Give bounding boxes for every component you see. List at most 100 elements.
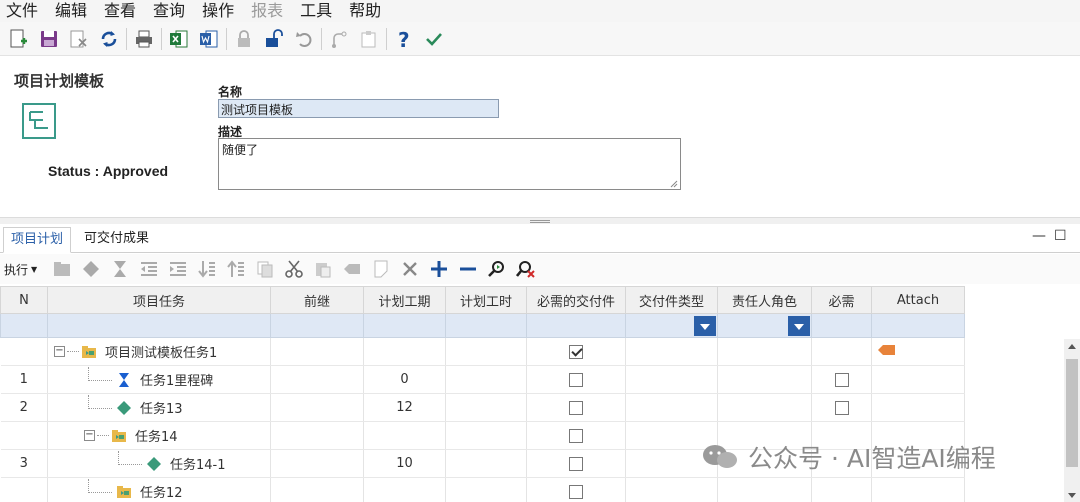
filter-cell[interactable] <box>47 313 271 338</box>
task-tree-node[interactable]: 任务14-1 <box>48 450 270 477</box>
filter-cell[interactable] <box>0 313 48 338</box>
task-cell[interactable]: 任务13 <box>47 393 271 422</box>
filter-cell[interactable] <box>363 313 446 338</box>
folder-icon[interactable] <box>47 256 76 282</box>
role-cell[interactable] <box>717 337 812 366</box>
required-deliverable-checkbox[interactable] <box>569 484 583 499</box>
filter-cell[interactable] <box>445 313 527 338</box>
collapse-toggle-icon[interactable]: − <box>84 430 95 441</box>
branch-icon[interactable] <box>324 25 354 53</box>
vertical-scrollbar[interactable] <box>1064 339 1080 502</box>
predecessor-cell[interactable] <box>270 449 364 478</box>
attach-cell[interactable] <box>871 337 965 366</box>
task-tree-node[interactable]: − 项目测试模板任务1 <box>48 338 270 365</box>
duration-cell[interactable]: 0 <box>363 365 446 394</box>
menu-item-5[interactable]: 报表 <box>251 0 283 22</box>
zoom-in-icon[interactable] <box>482 256 511 282</box>
required-deliverable-checkbox[interactable] <box>569 428 583 443</box>
table-row[interactable]: − 项目测试模板任务1 <box>0 337 1065 366</box>
menu-item-0[interactable]: 文件 <box>6 0 38 22</box>
role-cell[interactable] <box>717 393 812 422</box>
deliverable-type-cell[interactable] <box>625 337 718 366</box>
delete-icon[interactable] <box>64 25 94 53</box>
task-cell[interactable]: − 任务14 <box>47 421 271 450</box>
attach-cell[interactable] <box>871 393 965 422</box>
scroll-up-icon[interactable] <box>1068 344 1076 349</box>
task-cell[interactable]: 任务12 <box>47 477 271 502</box>
copy-icon[interactable] <box>250 256 279 282</box>
column-header-required[interactable]: 必需 <box>811 286 872 314</box>
column-header-role[interactable]: 责任人角色 <box>717 286 812 314</box>
task-cell[interactable]: 任务14-1 <box>47 449 271 478</box>
required-deliverable-checkbox[interactable] <box>569 372 583 387</box>
resize-grip-icon[interactable] <box>670 180 678 188</box>
table-row[interactable]: 1 任务1里程碑 0 <box>0 365 1065 394</box>
description-field[interactable]: 随便了 <box>218 138 681 190</box>
role-cell[interactable] <box>717 365 812 394</box>
column-header-duration[interactable]: 计划工期 <box>363 286 446 314</box>
required-deliverable-checkbox[interactable] <box>569 400 583 415</box>
scroll-thumb[interactable] <box>1066 359 1078 467</box>
new-icon[interactable] <box>4 25 34 53</box>
word-icon[interactable] <box>194 25 224 53</box>
deliverable-type-dropdown[interactable] <box>694 315 716 336</box>
outdent-icon[interactable] <box>134 256 163 282</box>
predecessor-cell[interactable] <box>270 365 364 394</box>
execute-menu[interactable]: 执行 ▼ <box>4 261 37 278</box>
role-dropdown[interactable] <box>788 315 810 336</box>
attach-cell[interactable] <box>871 365 965 394</box>
excel-icon[interactable] <box>164 25 194 53</box>
column-header-required-deliverable[interactable]: 必需的交付件 <box>526 286 626 314</box>
print-icon[interactable] <box>129 25 159 53</box>
work-cell[interactable] <box>445 365 527 394</box>
remove-icon[interactable] <box>395 256 424 282</box>
menu-item-7[interactable]: 帮助 <box>349 0 381 22</box>
duration-cell[interactable] <box>363 477 446 502</box>
task-cell[interactable]: − 项目测试模板任务1 <box>47 337 271 366</box>
undo-icon[interactable] <box>289 25 319 53</box>
work-cell[interactable] <box>445 477 527 502</box>
menu-item-3[interactable]: 查询 <box>153 0 185 22</box>
deliverable-type-cell[interactable] <box>625 365 718 394</box>
maximize-icon[interactable]: ☐ <box>1054 228 1067 244</box>
menu-item-4[interactable]: 操作 <box>202 0 234 22</box>
note-icon[interactable] <box>366 256 395 282</box>
panel-splitter[interactable] <box>0 217 1080 224</box>
unlock-icon[interactable] <box>259 25 289 53</box>
filter-cell[interactable] <box>811 313 872 338</box>
task-tree-node[interactable]: 任务13 <box>48 394 270 421</box>
task-cell[interactable]: 任务1里程碑 <box>47 365 271 394</box>
table-row[interactable]: 2 任务13 12 <box>0 393 1065 422</box>
add-icon[interactable] <box>424 256 453 282</box>
work-cell[interactable] <box>445 393 527 422</box>
work-cell[interactable] <box>445 421 527 450</box>
required-checkbox[interactable] <box>834 372 849 387</box>
predecessor-cell[interactable] <box>270 421 364 450</box>
deliverable-type-cell[interactable] <box>625 393 718 422</box>
column-header-n[interactable]: N <box>0 286 48 314</box>
tab-deliverables[interactable]: 可交付成果 <box>77 227 156 253</box>
scroll-down-icon[interactable] <box>1068 493 1076 498</box>
predecessor-cell[interactable] <box>270 477 364 502</box>
deliverable-type-cell[interactable] <box>625 477 718 502</box>
column-header-attach[interactable]: Attach <box>871 286 965 314</box>
duration-cell[interactable]: 10 <box>363 449 446 478</box>
collapse-toggle-icon[interactable]: − <box>54 346 65 357</box>
task-tree-node[interactable]: − 任务14 <box>48 422 270 449</box>
table-row[interactable]: 任务12 <box>0 477 1065 502</box>
column-header-deliverable-type[interactable]: 交付件类型 <box>625 286 718 314</box>
indent-icon[interactable] <box>163 256 192 282</box>
tag-icon[interactable] <box>337 256 366 282</box>
tab-project-plan[interactable]: 项目计划 <box>3 227 72 253</box>
hourglass-icon[interactable] <box>105 256 134 282</box>
paste-icon[interactable] <box>308 256 337 282</box>
filter-cell[interactable] <box>871 313 965 338</box>
role-cell[interactable] <box>717 477 812 502</box>
move-up-icon[interactable] <box>221 256 250 282</box>
filter-cell[interactable] <box>717 313 812 338</box>
duration-cell[interactable]: 12 <box>363 393 446 422</box>
refresh-icon[interactable] <box>94 25 124 53</box>
cut-icon[interactable] <box>279 256 308 282</box>
filter-cell[interactable] <box>270 313 364 338</box>
column-header-predecessor[interactable]: 前继 <box>270 286 364 314</box>
